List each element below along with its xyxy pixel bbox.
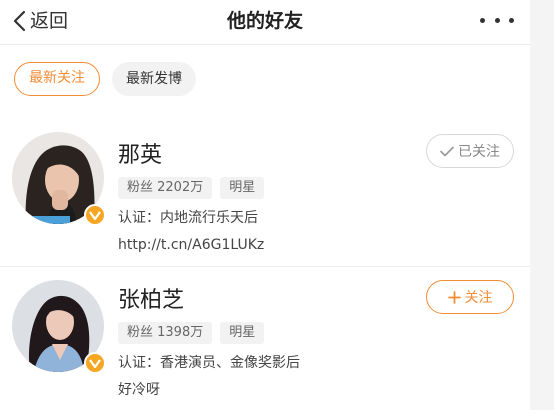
fans-count-tag: 粉丝 2202万	[118, 177, 213, 199]
user-tags: 粉丝 2202万 明星	[118, 177, 272, 199]
follow-label: 已关注	[458, 144, 500, 160]
more-dot-icon	[480, 17, 485, 23]
user-row[interactable]: 张柏芝 粉丝 1398万 明星 认证：香港演员、金像奖影后 好冷呀 关注	[0, 267, 530, 410]
friends-page: 返回 他的好友 最新关注 最新发博 那英 粉丝 2202万 明星 认证：内地流行…	[0, 0, 530, 410]
more-button[interactable]	[480, 13, 514, 27]
user-tags: 粉丝 1398万 明星	[118, 322, 272, 344]
user-row[interactable]: 那英 粉丝 2202万 明星 认证：内地流行乐天后 http://t.cn/A6…	[0, 118, 530, 267]
plus-icon	[447, 290, 461, 304]
filter-latest-post[interactable]: 最新发博	[112, 62, 196, 96]
page-title: 他的好友	[226, 10, 303, 32]
follow-button[interactable]: 关注	[426, 280, 514, 314]
verification-text: 认证：内地流行乐天后	[118, 210, 258, 226]
category-tag: 明星	[220, 177, 265, 199]
verified-badge-icon	[84, 204, 106, 226]
user-name[interactable]: 那英	[118, 142, 162, 170]
nav-header: 返回 他的好友	[0, 0, 530, 45]
avatar[interactable]	[12, 132, 106, 226]
verification-text: 认证：香港演员、金像奖影后	[118, 355, 300, 371]
follow-label: 关注	[464, 290, 493, 306]
verified-badge-icon	[84, 352, 106, 374]
more-dot-icon	[509, 17, 514, 23]
filter-bar: 最新关注 最新发博	[14, 62, 196, 96]
category-tag: 明星	[220, 322, 265, 344]
more-dot-icon	[494, 17, 500, 23]
user-name[interactable]: 张柏芝	[118, 287, 184, 315]
user-bio: 好冷呀	[118, 382, 160, 398]
fans-count-tag: 粉丝 1398万	[118, 322, 213, 344]
user-bio: http://t.cn/A6G1LUKz	[118, 237, 265, 253]
filter-latest-follow[interactable]: 最新关注	[14, 62, 100, 96]
avatar[interactable]	[12, 280, 106, 374]
followed-button[interactable]: 已关注	[426, 134, 514, 168]
check-icon	[440, 146, 454, 156]
